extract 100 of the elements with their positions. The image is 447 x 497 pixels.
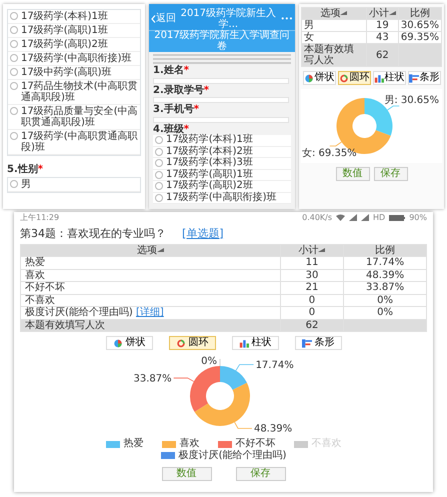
option-label: 17级药学(本科)1班 xyxy=(21,11,108,22)
total-label: 本题有效填写人次 xyxy=(25,320,105,331)
radio-button[interactable] xyxy=(10,107,18,115)
option-cell: 不好不坏 xyxy=(25,282,65,294)
sort-icon[interactable] xyxy=(340,10,348,16)
question-type-link[interactable]: [单选题] xyxy=(182,226,224,240)
count-cell: 0 xyxy=(308,294,316,306)
total-label: 本题有效填写人次 xyxy=(304,44,354,66)
option-item[interactable]: 17级药学(本科)2班 xyxy=(153,146,291,158)
option-item[interactable]: 17级药学(高职)2班 xyxy=(8,38,140,52)
required-mark: * xyxy=(184,65,189,76)
option-item[interactable]: 17级药学(中高职衔接)班 xyxy=(153,192,291,204)
chart-type-tab[interactable]: 饼状 xyxy=(302,71,336,85)
radio-button[interactable] xyxy=(10,82,18,90)
option-item[interactable]: 17级药学(中高职贯通高职段)班 xyxy=(8,130,140,155)
input-field[interactable] xyxy=(153,78,289,84)
option-item[interactable]: 17级药学(本科)3班 xyxy=(153,158,291,170)
legend-label[interactable]: 极度讨厌(能给个理由吗) xyxy=(178,450,286,462)
option-item[interactable]: 男 xyxy=(8,178,140,192)
count-cell: 43 xyxy=(376,32,389,43)
radio-button[interactable] xyxy=(10,54,18,62)
radio-button[interactable] xyxy=(155,148,163,156)
required-mark: * xyxy=(204,84,209,96)
radio-button[interactable] xyxy=(10,26,18,34)
legend-label[interactable]: 不好不坏 xyxy=(236,438,276,450)
column-header[interactable]: 选项 xyxy=(136,244,164,256)
option-cell: 男 xyxy=(304,20,314,31)
question-title: 第34题：喜欢现在的专业吗？ xyxy=(20,226,166,240)
legend-label[interactable]: 喜欢 xyxy=(180,438,200,450)
chart-type-tab[interactable]: 条形 xyxy=(294,336,342,350)
battery-icon xyxy=(389,214,406,221)
option-label: 17级药学(中高职贯通高职段)班 xyxy=(21,131,138,153)
action-button[interactable]: 保存 xyxy=(374,167,408,181)
radio-button[interactable] xyxy=(10,40,18,48)
ring-chart-icon xyxy=(338,74,348,82)
count-cell: 19 xyxy=(376,20,389,31)
chart-type-tab[interactable]: 柱状 xyxy=(232,336,278,350)
chart-type-tab[interactable]: 圆环 xyxy=(168,336,216,350)
option-label: 17药品生物技术(中高职贯通高职段)班 xyxy=(21,81,138,103)
count-cell: 21 xyxy=(306,282,318,294)
option-item[interactable]: 17药品生物技术(中高职贯通高职段)班 xyxy=(8,80,140,105)
required-mark: * xyxy=(184,124,189,134)
action-button[interactable]: 保存 xyxy=(236,467,286,482)
percent-cell: 48.39% xyxy=(366,270,404,281)
chart-type-tab[interactable]: 条形 xyxy=(408,71,440,85)
radio-button[interactable] xyxy=(155,182,163,190)
action-button[interactable]: 数值 xyxy=(336,167,370,181)
option-label: 17级药学(高职)1班 xyxy=(21,25,108,36)
radio-button[interactable] xyxy=(155,159,163,167)
option-label: 男 xyxy=(21,179,31,190)
option-item[interactable]: 17级药学(本科)1班 xyxy=(8,10,140,24)
leader-line xyxy=(173,378,194,382)
option-item[interactable]: 17级药学(本科)1班 xyxy=(153,135,291,146)
option-item[interactable]: 17级药学(中高职衔接)班 xyxy=(8,52,140,66)
radio-button[interactable] xyxy=(10,180,18,188)
sort-icon[interactable] xyxy=(318,247,326,254)
radio-button[interactable] xyxy=(10,68,18,76)
chart-type-tab[interactable]: 饼状 xyxy=(106,336,152,350)
chart-type-tab[interactable]: 柱状 xyxy=(372,71,406,85)
network-type: HD xyxy=(373,213,386,223)
input-field[interactable] xyxy=(153,116,289,122)
option-label: 17级药品质量与安全(中高职贯通高职段)班 xyxy=(21,106,138,128)
data-label: 48.39% xyxy=(254,424,292,435)
option-item[interactable]: 17级药品质量与安全(中高职贯通高职段)班 xyxy=(8,105,140,130)
option-label: 17级药学(中高职衔接)班 xyxy=(21,53,132,64)
data-label: 33.87% xyxy=(134,374,172,385)
input-field[interactable] xyxy=(153,97,289,103)
network-speed: 0.40K/s xyxy=(302,213,332,223)
option-label: 17级药学(本科)3班 xyxy=(166,158,253,168)
option-item[interactable]: 17级中药学(高职)班 xyxy=(8,66,140,80)
ring-chart-icon xyxy=(176,338,186,348)
radio-button[interactable] xyxy=(155,170,163,178)
option-item[interactable]: 17级药学(高职)1班 xyxy=(8,24,140,38)
total-count: 62 xyxy=(306,320,318,331)
question-title: 5.性别 xyxy=(7,164,38,175)
sort-icon[interactable] xyxy=(388,10,396,16)
chevron-left-icon xyxy=(151,14,156,23)
option-item[interactable]: 17级药学(高职)1班 xyxy=(153,170,291,181)
radio-button[interactable] xyxy=(155,194,163,202)
option-label: 17级药学(本科)2班 xyxy=(166,146,253,156)
option-cell: 热爱 xyxy=(25,257,45,268)
total-count: 62 xyxy=(376,50,389,60)
nav-title: 2017级药学院新生入学... xyxy=(180,9,278,30)
detail-link[interactable]: [详细] xyxy=(136,307,164,318)
option-label: 17级药学(高职)1班 xyxy=(166,170,253,180)
chart-type-tab[interactable]: 圆环 xyxy=(338,71,370,85)
pie-chart-icon xyxy=(112,338,122,348)
percent-cell: 30.65% xyxy=(400,20,439,31)
horizontal-bar-chart-icon xyxy=(408,74,418,82)
radio-button[interactable] xyxy=(10,12,18,20)
count-cell: 0 xyxy=(308,307,316,318)
percent-cell: 0% xyxy=(377,307,393,318)
radio-button[interactable] xyxy=(155,136,163,144)
action-button[interactable]: 数值 xyxy=(162,467,212,482)
sort-icon[interactable] xyxy=(156,247,164,254)
option-label: 17级药学(中高职衔接)班 xyxy=(166,192,277,203)
radio-button[interactable] xyxy=(10,132,18,140)
leader-line xyxy=(329,142,342,146)
legend-label[interactable]: 热爱 xyxy=(124,438,144,450)
required-mark: * xyxy=(38,164,43,175)
